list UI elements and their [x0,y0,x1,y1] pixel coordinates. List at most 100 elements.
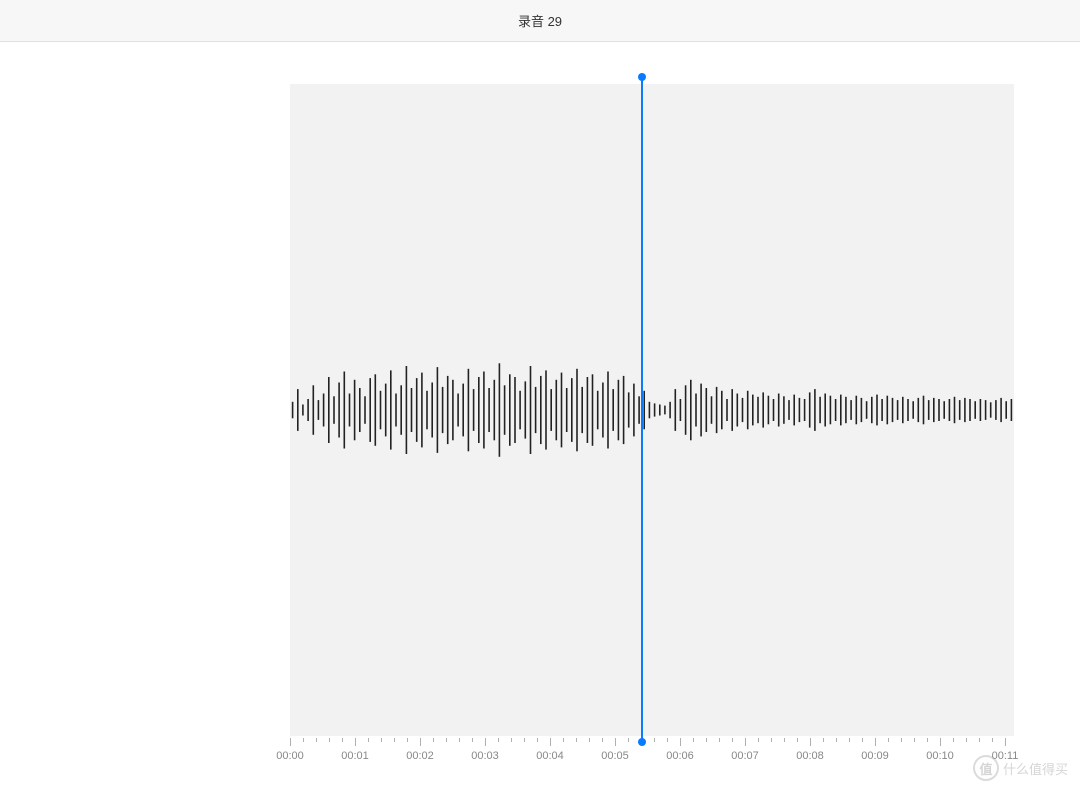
header: 录音 29 [0,0,1080,42]
tick-label: 00:07 [731,750,759,762]
timeline-tick: 00:01 [355,738,356,746]
tick-mark [940,738,941,746]
timeline-minor-tick [862,738,863,742]
timeline-minor-tick [979,738,980,742]
tick-mark-minor [329,738,330,742]
tick-container: 00:00 00:01 00:02 00:03 00:04 00:05 00:06 00:07… [290,738,1080,768]
timeline-minor-tick [784,738,785,742]
watermark-icon: 值 [973,755,999,781]
timeline-minor-tick [849,738,850,742]
timeline-minor-tick [836,738,837,742]
timeline-minor-tick [758,738,759,742]
tick-mark-minor [901,738,902,742]
tick-mark-minor [953,738,954,742]
tick-mark-minor [576,738,577,742]
tick-mark-minor [342,738,343,742]
tick-mark [875,738,876,746]
timeline-minor-tick [914,738,915,742]
timeline-minor-tick [563,738,564,742]
timeline-tick: 00:08 [810,738,811,746]
timeline-minor-tick [498,738,499,742]
waveform-container[interactable] [290,84,1014,736]
tick-mark-minor [433,738,434,742]
timeline-minor-tick [394,738,395,742]
timeline-minor-tick [602,738,603,742]
timeline-tick: 00:06 [680,738,681,746]
tick-label: 00:00 [276,750,304,762]
tick-mark [550,738,551,746]
timeline-tick: 00:07 [745,738,746,746]
timeline-tick: 00:10 [940,738,941,746]
timeline-minor-tick [303,738,304,742]
tick-mark-minor [758,738,759,742]
tick-mark-minor [862,738,863,742]
timeline-minor-tick [953,738,954,742]
tick-mark [355,738,356,746]
timeline-tick: 00:03 [485,738,486,746]
timeline-minor-tick [433,738,434,742]
tick-mark-minor [628,738,629,742]
tick-mark-minor [589,738,590,742]
tick-mark-minor [303,738,304,742]
tick-mark [680,738,681,746]
timeline-minor-tick [381,738,382,742]
playhead[interactable] [641,77,643,742]
tick-mark-minor [992,738,993,742]
tick-mark [810,738,811,746]
tick-mark-minor [771,738,772,742]
tick-mark-minor [966,738,967,742]
tick-label: 00:08 [796,750,824,762]
tick-mark-minor [602,738,603,742]
timeline-minor-tick [706,738,707,742]
timeline-minor-tick [771,738,772,742]
tick-mark-minor [719,738,720,742]
tick-mark-minor [927,738,928,742]
tick-label: 00:05 [601,750,629,762]
timeline-minor-tick [628,738,629,742]
timeline-tick: 00:00 [290,738,291,746]
tick-mark-minor [524,738,525,742]
tick-mark-minor [472,738,473,742]
tick-mark [1005,738,1006,746]
tick-mark-minor [706,738,707,742]
timeline-tick: 00:02 [420,738,421,746]
timeline-tick: 00:05 [615,738,616,746]
tick-label: 00:04 [536,750,564,762]
tick-mark-minor [563,738,564,742]
tick-mark-minor [446,738,447,742]
timeline-minor-tick [576,738,577,742]
workspace: 00:00 00:01 00:02 00:03 00:04 00:05 00:06 00:07… [0,42,1080,789]
tick-label: 00:10 [926,750,954,762]
tick-label: 00:06 [666,750,694,762]
timeline-minor-tick [719,738,720,742]
tick-mark-minor [498,738,499,742]
tick-mark-minor [381,738,382,742]
timeline-minor-tick [732,738,733,742]
timeline-minor-tick [667,738,668,742]
timeline-minor-tick [654,738,655,742]
timeline-minor-tick [992,738,993,742]
tick-mark-minor [914,738,915,742]
timeline-minor-tick [537,738,538,742]
tick-mark-minor [888,738,889,742]
timeline-tick: 00:04 [550,738,551,746]
timeline-minor-tick [472,738,473,742]
tick-mark-minor [394,738,395,742]
waveform-svg [290,84,1014,736]
tick-mark-minor [654,738,655,742]
watermark: 值 什么值得买 [973,755,1068,781]
tick-label: 00:09 [861,750,889,762]
tick-mark-minor [368,738,369,742]
timeline-tick: 00:09 [875,738,876,746]
tick-mark-minor [459,738,460,742]
timeline[interactable]: 00:00 00:01 00:02 00:03 00:04 00:05 00:06 00:07… [290,738,1080,768]
timeline-minor-tick [888,738,889,742]
timeline-minor-tick [446,738,447,742]
timeline-minor-tick [589,738,590,742]
tick-label: 00:03 [471,750,499,762]
timeline-minor-tick [524,738,525,742]
tick-mark-minor [849,738,850,742]
tick-mark-minor [667,738,668,742]
timeline-minor-tick [407,738,408,742]
timeline-minor-tick [966,738,967,742]
